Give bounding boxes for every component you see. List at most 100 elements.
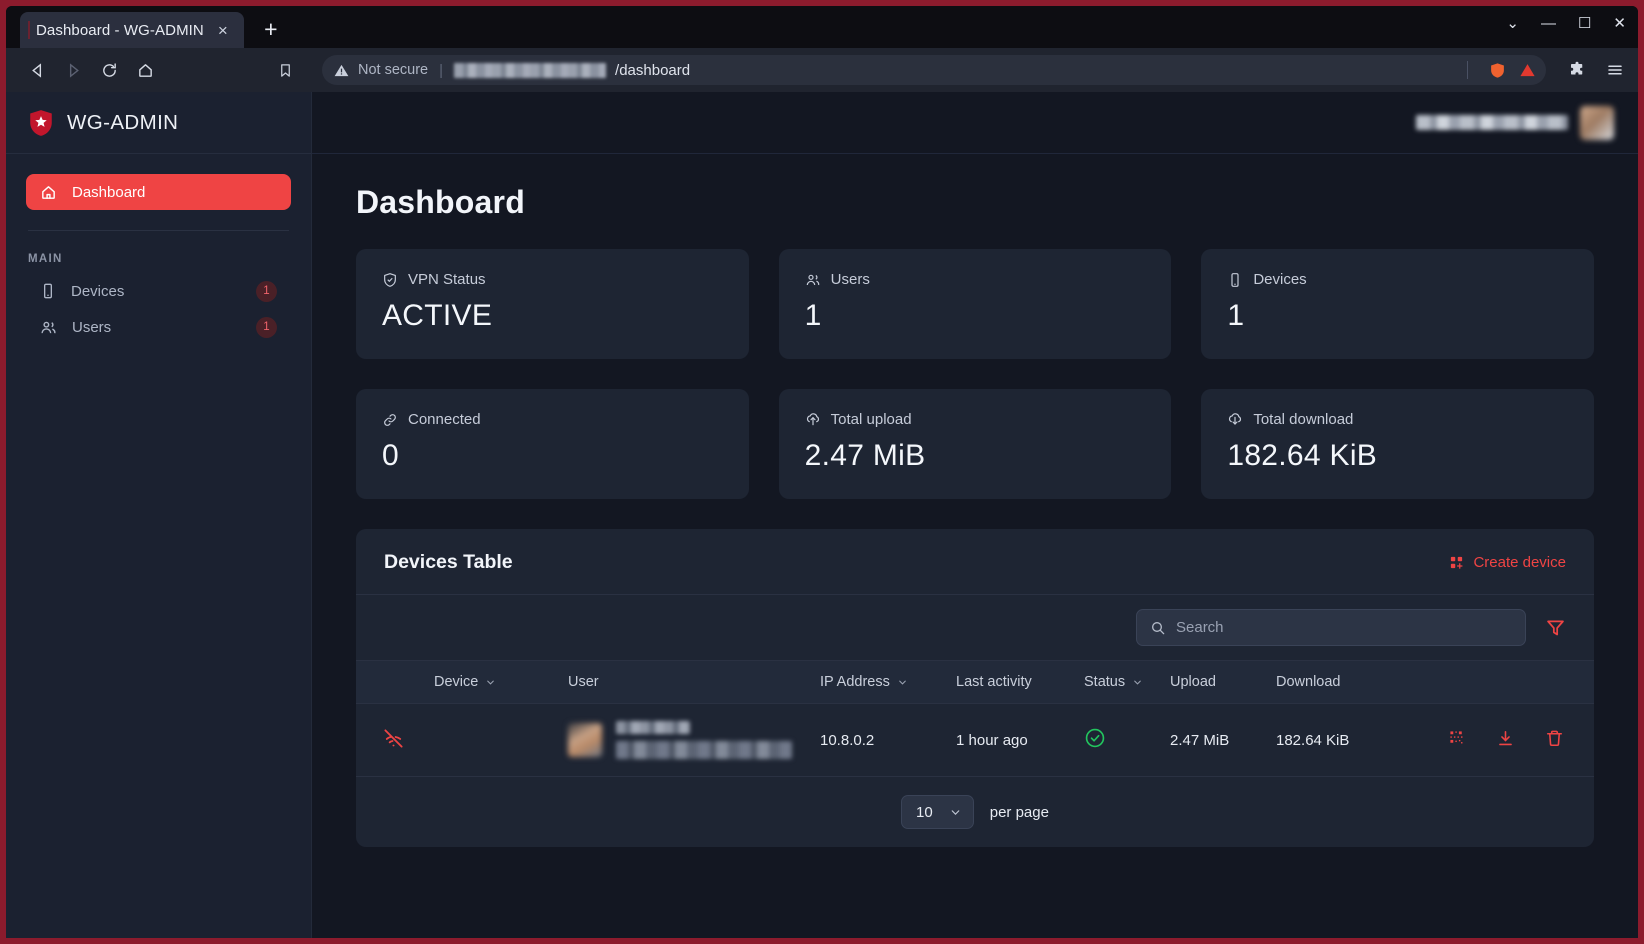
cell-user [568, 704, 820, 777]
th-label: Last activity [956, 674, 1032, 690]
reload-icon[interactable] [92, 55, 126, 85]
bookmark-icon[interactable] [268, 55, 302, 85]
filter-button[interactable] [1542, 615, 1568, 641]
th-label: IP Address [820, 674, 890, 690]
new-tab-icon[interactable]: + [258, 18, 284, 41]
content-area: Dashboard VPN Status ACTIVE Users 1 Devi… [312, 154, 1638, 938]
browser-tab[interactable]: Dashboard - WG-ADMIN × [20, 12, 244, 48]
cell-device-name [434, 704, 568, 777]
browser-window: Dashboard - WG-ADMIN × + ⌄ — ☐ ✕ Not sec… [6, 6, 1638, 938]
th-download[interactable]: Download [1276, 660, 1404, 704]
th-label: Status [1084, 674, 1126, 690]
th-label: Download [1276, 674, 1341, 690]
address-divider: | [439, 61, 444, 79]
pagination-bar: 10 per page [356, 776, 1594, 847]
devices-table-body: 10.8.0.2 1 hour ago 2.47 MiB 182.64 KiB [356, 704, 1594, 777]
tab-strip: Dashboard - WG-ADMIN × + ⌄ — ☐ ✕ [6, 6, 1638, 48]
chevron-down-icon [949, 806, 962, 819]
th-connection [356, 660, 434, 704]
minimize-icon[interactable]: — [1541, 16, 1556, 31]
th-upload[interactable]: Upload [1170, 660, 1276, 704]
stat-label: Total download [1253, 411, 1354, 428]
th-label: Upload [1170, 674, 1216, 690]
back-icon[interactable] [20, 55, 54, 85]
stat-value: 0 [382, 439, 399, 472]
not-secure-warning-icon [334, 63, 349, 78]
sidebar-badge-users: 1 [256, 316, 277, 338]
redacted-host [454, 62, 607, 78]
trash-icon[interactable] [1545, 729, 1564, 748]
stat-label: Total upload [830, 411, 912, 428]
search-icon [1150, 620, 1166, 636]
th-status[interactable]: Status [1084, 660, 1170, 704]
window-close-icon[interactable]: ✕ [1613, 16, 1626, 31]
stat-card-grid-row1: VPN Status ACTIVE Users 1 Devices 1 [356, 249, 1594, 359]
chevron-down-icon [485, 677, 496, 688]
stat-label: Users [830, 271, 870, 288]
qr-code-icon[interactable] [1449, 730, 1466, 747]
brand-header: WG-ADMIN [6, 92, 311, 154]
th-ip-address[interactable]: IP Address [820, 660, 956, 704]
upload-circle-icon [805, 412, 821, 428]
sidebar-item-label: Dashboard [72, 183, 146, 201]
devices-table: Device User IP Address Last activity Sta… [356, 660, 1594, 776]
devices-table-head: Device User IP Address Last activity Sta… [356, 660, 1594, 704]
maximize-icon[interactable]: ☐ [1578, 16, 1591, 31]
stat-value: 1 [1227, 299, 1245, 332]
sidebar-section-label: MAIN [28, 253, 63, 265]
search-box[interactable] [1136, 609, 1526, 646]
stat-value: 2.47 MiB [804, 439, 926, 472]
sidebar-item-label: Devices [71, 282, 125, 300]
funnel-icon [1545, 617, 1566, 638]
sidebar-item-dashboard[interactable]: Dashboard [26, 174, 291, 210]
stat-label: VPN Status [408, 271, 486, 288]
chevron-down-icon [897, 677, 908, 688]
stat-card-total-upload: Total upload 2.47 MiB [778, 389, 1172, 499]
download-icon[interactable] [1496, 729, 1515, 748]
close-icon[interactable]: × [214, 22, 232, 39]
th-actions [1404, 660, 1594, 704]
th-device[interactable]: Device [434, 660, 568, 704]
brave-leo-icon[interactable] [1519, 62, 1536, 79]
extensions-icon[interactable] [1568, 61, 1586, 79]
toolbar-right-actions [1568, 61, 1624, 79]
cell-status [1084, 704, 1170, 777]
sidebar-item-devices[interactable]: Devices 1 [26, 273, 291, 309]
shield-check-icon [382, 272, 398, 288]
per-page-select[interactable]: 10 [901, 795, 974, 829]
create-device-button[interactable]: Create device [1449, 554, 1566, 571]
chevron-down-icon[interactable]: ⌄ [1506, 16, 1519, 31]
stat-card-users: Users 1 [778, 249, 1172, 359]
th-user[interactable]: User [568, 660, 820, 704]
stat-value: 182.64 KiB [1227, 439, 1378, 472]
top-bar [312, 92, 1638, 154]
cell-connection-state [356, 704, 434, 777]
brand-name: WG-ADMIN [67, 110, 179, 134]
home-icon[interactable] [128, 55, 162, 85]
search-input[interactable] [1176, 619, 1512, 636]
tab-title: Dashboard - WG-ADMIN [36, 21, 204, 39]
forward-icon[interactable] [56, 55, 90, 85]
users-icon [40, 319, 57, 336]
security-status-label: Not secure [358, 62, 429, 78]
check-circle-icon [1084, 727, 1106, 749]
link-icon [382, 412, 398, 428]
browser-menu-icon[interactable] [1606, 61, 1624, 79]
sidebar-item-users[interactable]: Users 1 [26, 309, 291, 345]
brave-shields-icon[interactable] [1489, 62, 1506, 79]
per-page-label: per page [989, 803, 1049, 821]
cell-last-activity: 1 hour ago [956, 731, 1028, 749]
per-page-value: 10 [916, 803, 933, 821]
th-label: Device [434, 674, 479, 690]
shield-star-icon [28, 109, 54, 137]
avatar [568, 723, 602, 757]
table-row[interactable]: 10.8.0.2 1 hour ago 2.47 MiB 182.64 KiB [356, 704, 1594, 777]
avatar[interactable] [1580, 105, 1614, 140]
table-toolbar [356, 594, 1594, 660]
devices-table-header: Devices Table Create device [356, 529, 1594, 594]
stat-label: Devices [1253, 271, 1307, 288]
th-last-activity[interactable]: Last activity [956, 660, 1084, 704]
address-bar[interactable]: Not secure | /dashboard [322, 55, 1546, 85]
cell-download: 182.64 KiB [1276, 731, 1350, 749]
sidebar-main-nav: Devices 1 Users 1 [6, 273, 311, 345]
